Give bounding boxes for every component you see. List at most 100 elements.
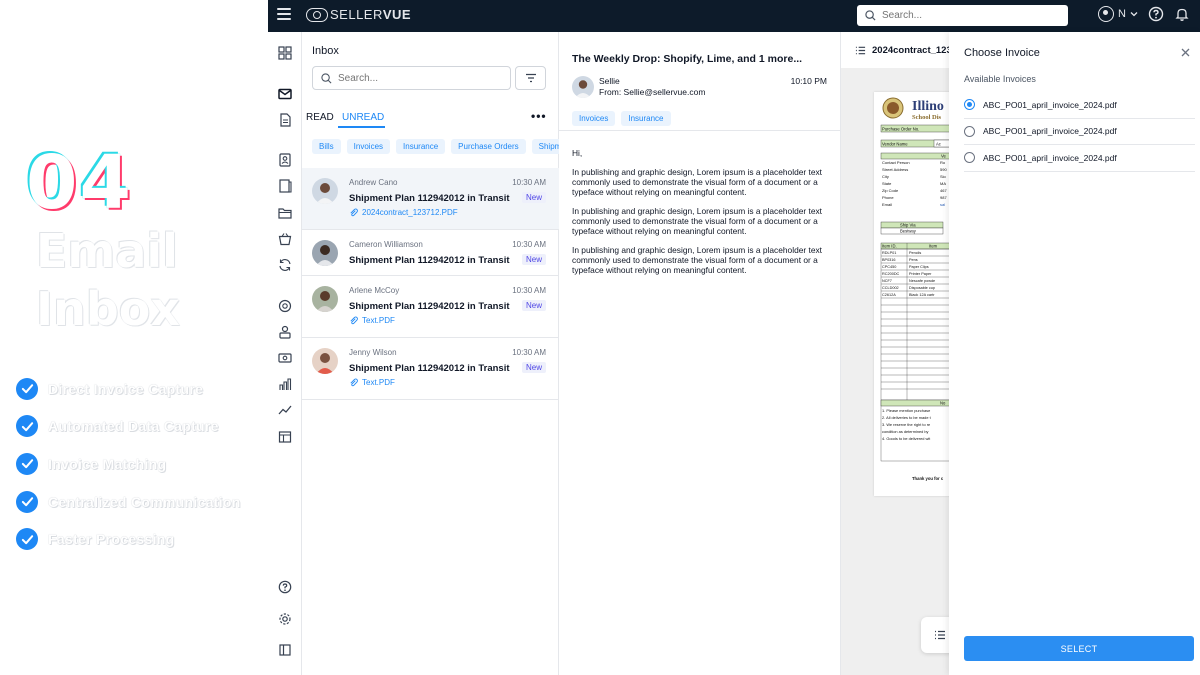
radio-selected[interactable] (964, 99, 975, 111)
help-icon[interactable] (275, 577, 295, 597)
email-attachment[interactable]: Text.PDF (349, 378, 395, 387)
invoice-option-label: ABC_PO01_april_invoice_2024.pdf (983, 99, 1117, 110)
notification-bell-icon[interactable] (1174, 6, 1190, 22)
doc-notes-header: No (940, 401, 946, 406)
radio-unselected[interactable] (964, 152, 975, 164)
doc-item-header: Item (929, 244, 938, 249)
radio-unselected[interactable] (964, 125, 975, 137)
support-icon[interactable] (275, 296, 295, 316)
doc-field-label: State (882, 181, 892, 186)
new-badge: New (521, 362, 546, 373)
invoice-option[interactable]: ABC_PO01_april_invoice_2024.pdf (964, 92, 1195, 119)
user-icon[interactable] (275, 322, 295, 342)
reading-pane: The Weekly Drop: Shopify, Lime, and 1 mo… (559, 32, 841, 675)
invoice-option[interactable]: ABC_PO01_april_invoice_2024.pdf (964, 119, 1195, 145)
invoice-option-label: ABC_PO01_april_invoice_2024.pdf (983, 152, 1117, 163)
basket-icon[interactable] (275, 229, 295, 249)
check-icon (16, 415, 38, 438)
email-time: 10:30 AM (512, 286, 546, 295)
email-subject: Shipment Plan 112942012 in Transit (349, 193, 510, 204)
search-icon (865, 10, 876, 21)
settings-icon[interactable] (275, 609, 295, 629)
filter-button[interactable] (515, 66, 546, 90)
doc-note-line: 4. Goods to be delivered wit (882, 436, 931, 441)
email-time: 10:30 AM (512, 240, 546, 249)
document-icon[interactable] (275, 110, 295, 130)
dashboard-icon[interactable] (275, 43, 295, 63)
doc-note-line: 2. All deliveries to be made t (882, 415, 932, 420)
filter-icon (525, 73, 536, 83)
app-window: SELLERVUE N (268, 0, 1200, 675)
chip-insurance[interactable]: Insurance (621, 111, 671, 126)
doc-field-value: MA (940, 181, 946, 186)
email-sender: Jenny Wilson (349, 348, 397, 357)
sender-avatar (572, 76, 594, 98)
chevron-down-icon (1130, 12, 1138, 17)
email-sender: Arlene McCoy (349, 286, 400, 295)
user-menu[interactable]: N (1098, 6, 1138, 22)
doc-field-value: 467 (940, 188, 947, 193)
inbox-search[interactable] (312, 66, 511, 90)
menu-icon[interactable] (277, 8, 291, 22)
sender-avatar (312, 348, 338, 374)
paperclip-icon (350, 208, 358, 217)
promo-panel: 04 Email Inbox Direct Invoice Capture Au… (0, 0, 268, 675)
bar-chart-icon[interactable] (275, 374, 295, 394)
doc-item-name: Pens (909, 258, 918, 262)
chip-purchase-orders[interactable]: Purchase Orders (451, 139, 526, 154)
collapse-icon[interactable] (275, 640, 295, 660)
inbox-search-input[interactable] (338, 72, 498, 84)
paperclip-icon (350, 378, 358, 387)
document-toolbar[interactable] (921, 617, 949, 653)
tab-unread[interactable]: UNREAD (342, 112, 384, 123)
feature-item: Centralized Communication (16, 483, 241, 521)
select-button[interactable]: SELECT (964, 636, 1194, 661)
feature-item: Faster Processing (16, 520, 241, 558)
table-icon[interactable] (275, 427, 295, 447)
global-search[interactable] (857, 5, 1068, 26)
trend-icon[interactable] (275, 400, 295, 420)
doc-purchase-order-label: Purchase Order No. (882, 127, 919, 132)
contacts-icon[interactable] (275, 150, 295, 170)
mail-icon[interactable] (275, 84, 295, 104)
app-logo[interactable]: SELLER VUE (306, 7, 411, 22)
doc-item-id: CPC450 (882, 265, 896, 269)
doc-subheading: School Dis (912, 114, 942, 121)
doc-thanks: Thank you for c (912, 476, 944, 481)
sender-name: Sellie (599, 76, 620, 86)
help-icon[interactable] (1148, 6, 1164, 22)
feature-item: Direct Invoice Capture (16, 370, 241, 408)
chip-invoices[interactable]: Invoices (572, 111, 616, 126)
doc-item-id: NCF7 (882, 279, 892, 283)
email-tags: Invoices Insurance (572, 108, 671, 126)
tab-read[interactable]: READ (306, 112, 334, 123)
email-attachment[interactable]: 2024contract_123712.PDF (349, 208, 458, 217)
logo-text-bold: VUE (382, 7, 412, 22)
folder-icon[interactable] (275, 203, 295, 223)
feature-item: Automated Data Capture (16, 408, 241, 446)
doc-ship-via-label: Ship Via (900, 223, 916, 228)
list-icon[interactable] (855, 45, 866, 56)
email-item[interactable]: Cameron Williamson 10:30 AM Shipment Pla… (302, 230, 559, 276)
email-attachment[interactable]: Text.PDF (349, 316, 395, 325)
doc-item-id: C2612A (882, 293, 896, 297)
email-item[interactable]: Jenny Wilson 10:30 AM Shipment Plan 1129… (302, 338, 559, 400)
sync-icon[interactable] (275, 255, 295, 275)
sender-address: From: Sellie@sellervue.com (599, 87, 706, 97)
feature-label: Centralized Communication (48, 493, 241, 510)
book-icon[interactable] (275, 176, 295, 196)
doc-ship-via-value: Bestway (900, 229, 917, 234)
chip-bills[interactable]: Bills (312, 139, 341, 154)
chip-insurance[interactable]: Insurance (396, 139, 446, 154)
email-greeting: Hi, (572, 148, 583, 158)
money-icon[interactable] (275, 348, 295, 368)
close-icon[interactable] (1178, 45, 1192, 59)
email-item[interactable]: Andrew Cano 10:30 AM Shipment Plan 11294… (302, 168, 559, 230)
global-search-input[interactable] (882, 10, 1052, 21)
chip-shipments[interactable]: Shipments (531, 139, 559, 154)
invoice-option[interactable]: ABC_PO01_april_invoice_2024.pdf (964, 145, 1195, 172)
chip-invoices[interactable]: Invoices (346, 139, 391, 154)
more-options-icon[interactable]: ••• (531, 109, 547, 123)
feature-label: Automated Data Capture (48, 418, 219, 435)
email-item[interactable]: Arlene McCoy 10:30 AM Shipment Plan 1129… (302, 276, 559, 338)
